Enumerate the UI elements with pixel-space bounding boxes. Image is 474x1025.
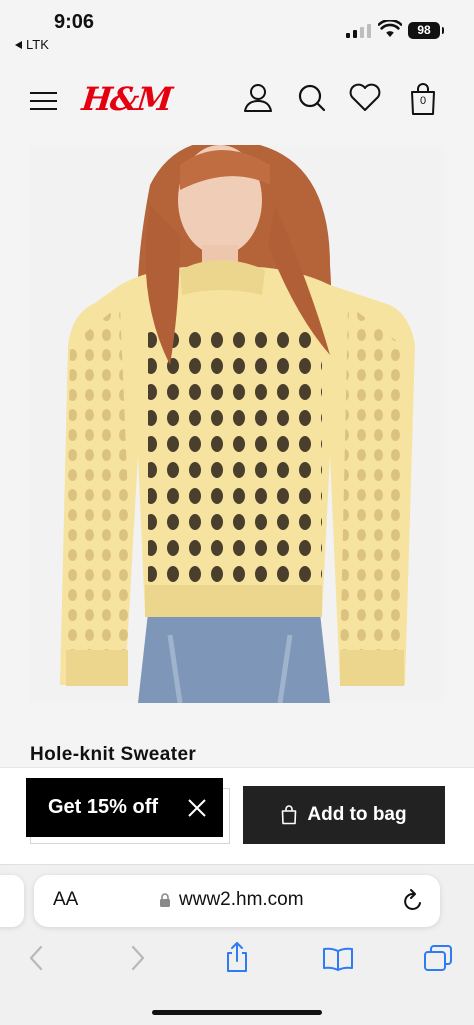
add-to-bag-label: Add to bag	[307, 804, 407, 825]
promo-label: Get 15% off	[48, 796, 159, 818]
bag-icon	[282, 805, 297, 825]
reload-icon[interactable]	[402, 889, 424, 913]
back-app-label: LTK	[26, 37, 49, 52]
account-icon[interactable]	[243, 82, 273, 114]
home-indicator	[152, 1010, 322, 1015]
share-icon[interactable]	[225, 941, 249, 973]
heart-icon[interactable]	[348, 82, 382, 114]
status-time: 9:06	[54, 11, 95, 33]
back-to-app-link[interactable]: LTK	[15, 37, 49, 52]
tabs-icon[interactable]	[423, 944, 453, 972]
address-bar[interactable]: AA www2.hm.com	[34, 875, 440, 927]
bag-count: 0	[419, 95, 427, 107]
product-photo	[30, 145, 444, 703]
search-icon[interactable]	[297, 82, 327, 114]
previous-tab-card[interactable]	[0, 875, 24, 927]
menu-icon[interactable]	[30, 92, 57, 112]
text-size-label: AA	[53, 889, 79, 910]
close-icon[interactable]	[187, 798, 207, 818]
back-triangle-icon	[15, 40, 22, 49]
cellular-signal-icon	[346, 24, 371, 38]
battery-indicator: 98	[408, 22, 444, 39]
product-title: Hole-knit Sweater	[30, 744, 197, 765]
bookmarks-icon[interactable]	[322, 947, 354, 971]
forward-chevron-icon[interactable]	[130, 945, 146, 971]
url-field[interactable]: www2.hm.com	[159, 889, 304, 911]
status-bar: 9:06 LTK 98	[0, 0, 474, 60]
product-image[interactable]	[30, 145, 444, 703]
add-to-bag-button[interactable]: Add to bag	[243, 786, 445, 844]
text-size-button[interactable]: AA	[53, 889, 78, 911]
bag-icon[interactable]: 0	[409, 82, 437, 116]
lock-icon	[160, 892, 170, 907]
promo-banner[interactable]: Get 15% off	[26, 778, 223, 837]
url-text: www2.hm.com	[179, 889, 304, 910]
site-header: H&M 0	[0, 62, 474, 142]
wifi-icon	[378, 20, 402, 37]
brand-logo[interactable]: H&M	[80, 80, 173, 118]
back-chevron-icon[interactable]	[28, 945, 44, 971]
browser-toolbar: AA www2.hm.com	[0, 864, 474, 1025]
